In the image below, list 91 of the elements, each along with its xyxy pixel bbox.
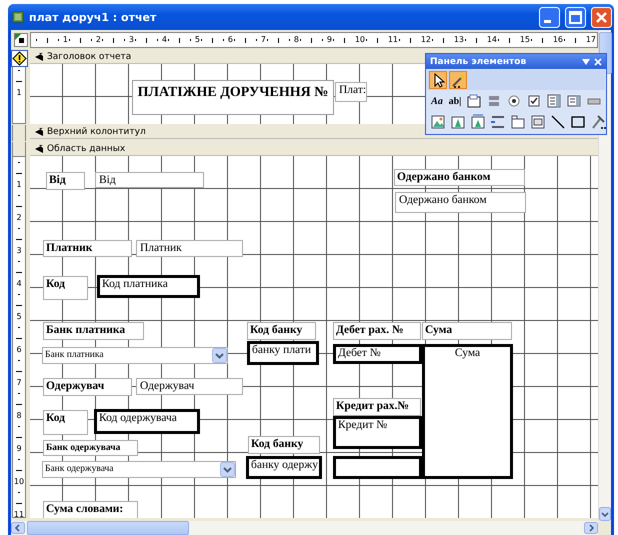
select-report-icon [14, 33, 28, 47]
minimize-button[interactable] [539, 6, 560, 28]
ruler-number: 10 [354, 35, 365, 44]
image-icon[interactable] [429, 113, 447, 131]
section-bar[interactable]: Область данных [30, 142, 598, 156]
ruler-number: 2 [96, 35, 101, 44]
text-box[interactable]: банку одержу [246, 456, 322, 479]
ruler-number: 5 [16, 313, 22, 321]
ruler-number: 17 [586, 35, 596, 44]
field-label[interactable]: Сума [422, 322, 512, 340]
text-box[interactable]: банку плати [247, 341, 319, 365]
ruler-number: 14 [486, 35, 497, 44]
text-box[interactable]: Код одержувача [94, 409, 200, 434]
ruler-number: 13 [454, 35, 464, 44]
ruler-number: 8 [16, 412, 22, 420]
horizontal-scrollbar[interactable] [11, 521, 598, 535]
ruler-number: 6 [228, 35, 233, 44]
field-label[interactable]: Від [46, 172, 85, 190]
scroll-left-icon [11, 522, 25, 534]
field-label[interactable]: Код [43, 410, 88, 435]
combo-icon[interactable] [545, 92, 563, 110]
field-label[interactable]: Код банку [247, 322, 316, 340]
ruler-number: 11 [14, 511, 24, 517]
subform-icon[interactable] [529, 113, 547, 131]
field-label[interactable]: Кредит рах.№ [333, 398, 421, 416]
section-marker-icon [34, 52, 44, 60]
field-label[interactable]: Код [43, 276, 88, 300]
section-marker-icon [34, 128, 44, 136]
pointer-icon[interactable] [429, 71, 447, 89]
ruler-number: 4 [162, 35, 167, 44]
ruler-number: 7 [260, 35, 266, 44]
combo-box[interactable]: Банк платника [42, 347, 228, 364]
ruler-number: 5 [194, 35, 200, 44]
ruler-number: 4 [16, 280, 22, 288]
maximize-button[interactable] [565, 6, 586, 28]
text-box[interactable]: Платник [136, 240, 243, 257]
ruler-number: 16 [552, 35, 563, 44]
page-break-icon[interactable] [489, 113, 507, 131]
ruler-number: 8 [294, 35, 299, 44]
field-label[interactable]: Код банку [248, 436, 320, 454]
ruler-number: 12 [420, 35, 431, 44]
ruler-number: 2 [16, 214, 22, 222]
ruler-number: 15 [520, 35, 530, 44]
dropdown-icon [220, 462, 235, 477]
tab-icon[interactable] [509, 113, 527, 131]
frame-icon[interactable] [465, 92, 483, 110]
ruler-number: 3 [16, 247, 22, 255]
ruler-number: 1 [16, 89, 22, 97]
dropdown-icon [212, 348, 227, 363]
ruler-number: 1 [62, 35, 68, 44]
field-label[interactable]: Одержано банком [394, 169, 525, 186]
field-label[interactable]: Платник [43, 240, 132, 257]
text-box[interactable]: Дебет № [333, 344, 422, 364]
ruler-number: 10 [14, 478, 24, 486]
text-box[interactable]: Від [95, 172, 204, 188]
ruler-number: 9 [16, 445, 22, 453]
ruler-number: 3 [128, 35, 134, 44]
field-label[interactable]: Банк одержувача [43, 440, 138, 456]
ruler-number: 7 [16, 379, 22, 387]
object-icon[interactable] [469, 113, 487, 131]
scroll-down-icon [599, 507, 611, 521]
section-marker-icon [34, 144, 44, 152]
magic-wand-icon[interactable] [449, 71, 467, 89]
tool-button[interactable]: ab| [447, 92, 463, 110]
text-box[interactable]: Одержувач [136, 378, 243, 395]
ruler-number: 1 [16, 181, 22, 189]
toolbox-title-bar: Панель элементов [426, 54, 606, 69]
ruler-number: 9 [326, 35, 332, 44]
report-icon [12, 11, 24, 23]
scroll-right-icon [584, 522, 598, 534]
design-grid[interactable] [30, 156, 598, 518]
ruler-number: 11 [388, 35, 398, 44]
scroll-thumb[interactable] [27, 521, 189, 535]
combo-box[interactable]: Банк одержувача [42, 461, 236, 478]
text-box[interactable]: Плат: [335, 82, 367, 102]
text-box[interactable] [333, 456, 422, 479]
field-label[interactable]: Одержувач [43, 378, 132, 396]
report-title[interactable]: ПЛАТІЖНЕ ДОРУЧЕННЯ № [132, 80, 334, 115]
ruler-number: 6 [16, 346, 22, 354]
close-icon [594, 58, 602, 66]
field-label[interactable]: Банк платника [43, 322, 144, 340]
line-icon[interactable] [549, 113, 567, 131]
text-box[interactable]: Сума [422, 344, 513, 479]
close-button[interactable] [591, 6, 612, 28]
field-label[interactable]: Сума словами: [43, 501, 138, 518]
text-box[interactable]: Код платника [97, 275, 200, 298]
text-box[interactable]: Кредит № [333, 416, 422, 449]
tool-button[interactable]: Aa [429, 92, 445, 110]
title-bar: плат доруч1 : отчет [8, 4, 614, 30]
field-label[interactable]: Дебет рах. № [333, 322, 421, 340]
text-box[interactable]: Одержано банком [395, 192, 526, 213]
